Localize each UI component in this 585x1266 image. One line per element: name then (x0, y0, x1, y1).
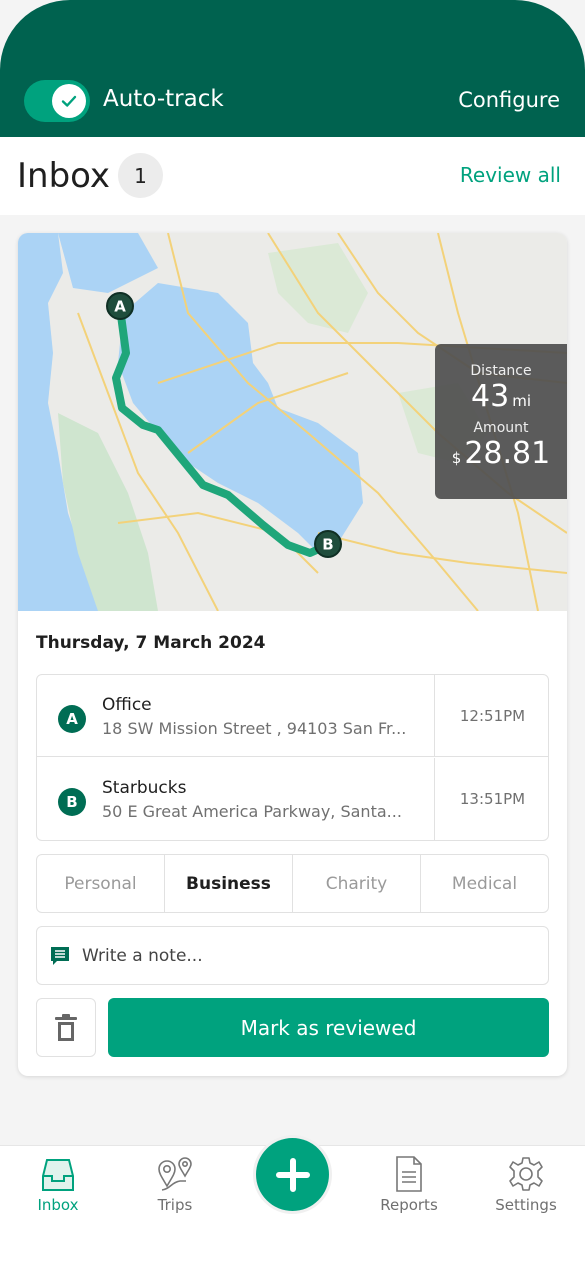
category-charity[interactable]: Charity (293, 855, 421, 912)
plus-icon (275, 1157, 310, 1192)
inbox-count-badge: 1 (118, 153, 163, 198)
stop-row[interactable]: A Office 18 SW Mission Street , 94103 Sa… (37, 675, 548, 757)
end-marker[interactable]: B (314, 530, 342, 558)
trip-date: Thursday, 7 March 2024 (36, 633, 266, 653)
trip-stops: A Office 18 SW Mission Street , 94103 Sa… (36, 674, 549, 841)
document-icon (396, 1156, 422, 1192)
note-placeholder: Write a note... (82, 945, 203, 966)
stop-time[interactable]: 13:51PM (434, 758, 550, 840)
delete-button[interactable] (36, 998, 96, 1057)
trash-icon (55, 1013, 77, 1041)
category-personal[interactable]: Personal (37, 855, 165, 912)
distance-unit: mi (512, 392, 531, 410)
tab-reports[interactable]: Reports (364, 1152, 454, 1214)
review-all-button[interactable]: Review all (460, 163, 561, 187)
tab-label: Inbox (37, 1196, 79, 1214)
inbox-tray-icon (42, 1159, 74, 1191)
tab-label: Trips (157, 1196, 193, 1214)
amount-value: 28.81 (464, 436, 551, 471)
autotrack-toggle[interactable] (24, 80, 90, 122)
tab-label: Reports (380, 1196, 438, 1214)
gear-icon (509, 1157, 543, 1191)
autotrack-label: Auto-track (103, 86, 224, 112)
tab-settings[interactable]: Settings (481, 1152, 571, 1214)
map-pins-icon (158, 1157, 192, 1191)
toggle-knob (52, 84, 86, 118)
note-icon (51, 946, 69, 965)
distance-value: 43 (471, 379, 510, 414)
amount-label: Amount (473, 420, 529, 436)
stop-row[interactable]: B Starbucks 50 E Great America Parkway, … (37, 758, 548, 840)
app-header: Auto-track Configure (0, 0, 585, 137)
mark-as-reviewed-button[interactable]: Mark as reviewed (108, 998, 549, 1057)
stop-name: Starbucks (102, 778, 187, 798)
stop-marker-a: A (58, 705, 86, 733)
tab-trips[interactable]: Trips (130, 1152, 220, 1214)
app-screen: Auto-track Configure Inbox 1 Review all (0, 0, 585, 1266)
end-marker-label: B (322, 536, 333, 554)
stop-address: 18 SW Mission Street , 94103 San Fr... (102, 719, 407, 738)
page-title: Inbox (17, 156, 111, 196)
configure-button[interactable]: Configure (458, 88, 560, 112)
trip-card: A B Distance 43 mi Amount $28.81 Thursday… (18, 233, 567, 1076)
start-marker-label: A (114, 298, 126, 316)
tab-label: Settings (495, 1196, 557, 1214)
amount-currency: $ (451, 449, 462, 467)
note-input[interactable]: Write a note... (36, 926, 549, 985)
stop-marker-b: B (58, 788, 86, 816)
stop-name: Office (102, 695, 152, 715)
stop-time[interactable]: 12:51PM (434, 675, 550, 756)
amount-readout: $28.81 (435, 436, 567, 471)
check-icon (61, 95, 77, 107)
category-business[interactable]: Business (165, 855, 293, 912)
category-medical[interactable]: Medical (421, 855, 548, 912)
add-trip-button[interactable] (256, 1138, 329, 1211)
route-map[interactable]: A B Distance 43 mi Amount $28.81 (18, 233, 567, 611)
distance-readout: 43 mi (435, 379, 567, 414)
distance-label: Distance (470, 363, 532, 379)
tab-inbox[interactable]: Inbox (13, 1152, 103, 1214)
stop-address: 50 E Great America Parkway, Santa... (102, 802, 402, 821)
start-marker[interactable]: A (106, 292, 134, 320)
trip-stats-panel: Distance 43 mi Amount $28.81 (435, 344, 567, 499)
category-selector: Personal Business Charity Medical (36, 854, 549, 913)
